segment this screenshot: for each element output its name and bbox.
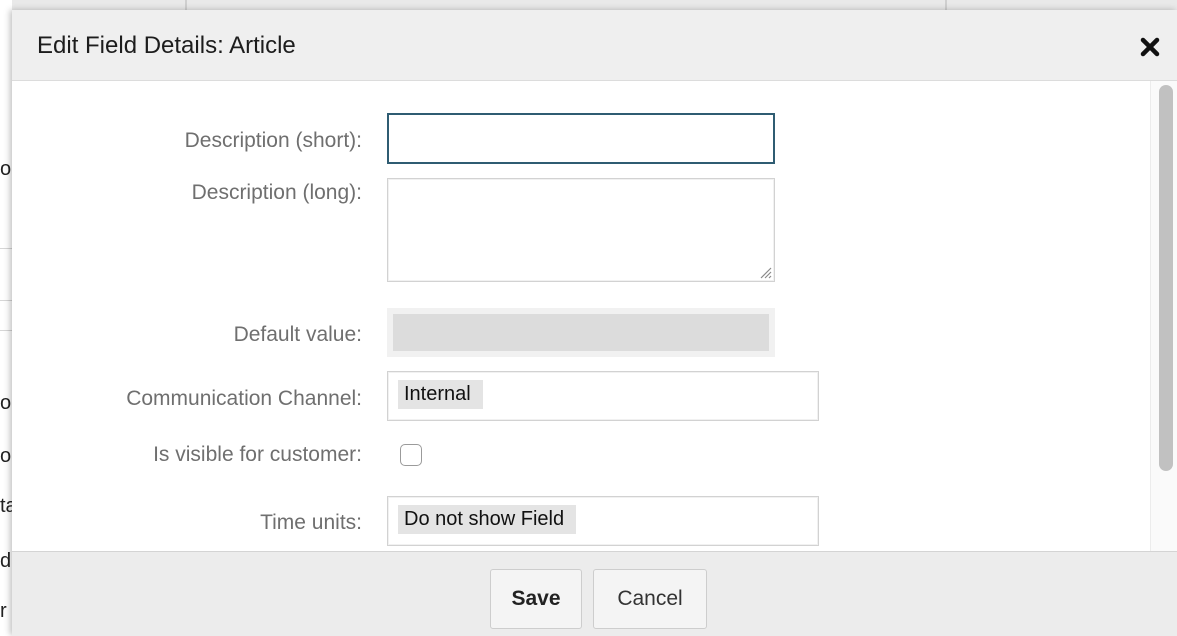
default-value-label: Default value: [233,323,362,346]
dialog-body: Description (short): Description (long):… [12,81,1177,551]
background-row-line [0,300,12,301]
cancel-button[interactable]: Cancel [593,569,707,629]
scrollbar[interactable] [1150,81,1177,551]
description-long-textarea[interactable] [387,178,775,282]
description-short-input[interactable] [387,113,775,164]
description-long-label: Description (long): [191,181,362,204]
resize-handle-icon[interactable] [758,265,772,279]
communication-channel-value: Internal [398,380,483,409]
scrollbar-thumb[interactable] [1159,85,1173,471]
description-short-label: Description (short): [184,129,362,152]
dialog-title: Edit Field Details: Article [37,32,296,59]
background-row-line [0,330,12,331]
background-row-line [0,248,12,249]
edit-field-dialog: Edit Field Details: Article Description … [12,10,1177,636]
background-divider [945,0,947,10]
background-edge: o o. o. ta d r [0,0,17,635]
time-units-label: Time units: [260,511,362,534]
dialog-footer: Save Cancel [12,551,1177,636]
background-divider [185,0,187,10]
time-units-value: Do not show Field [398,505,577,534]
save-button[interactable]: Save [490,569,582,629]
communication-channel-select[interactable]: Internal [387,371,819,421]
time-units-select[interactable]: Do not show Field [387,496,819,546]
close-icon[interactable] [1139,36,1161,58]
background-text: d [0,550,12,572]
default-value-input [387,308,775,357]
background-toolbar [0,0,1177,10]
communication-channel-label: Communication Channel: [126,387,362,410]
visible-for-customer-checkbox[interactable] [400,444,422,466]
background-text: r [0,600,7,622]
background-text: o [0,158,12,180]
visible-for-customer-label: Is visible for customer: [153,443,362,466]
dialog-header: Edit Field Details: Article [12,10,1177,81]
